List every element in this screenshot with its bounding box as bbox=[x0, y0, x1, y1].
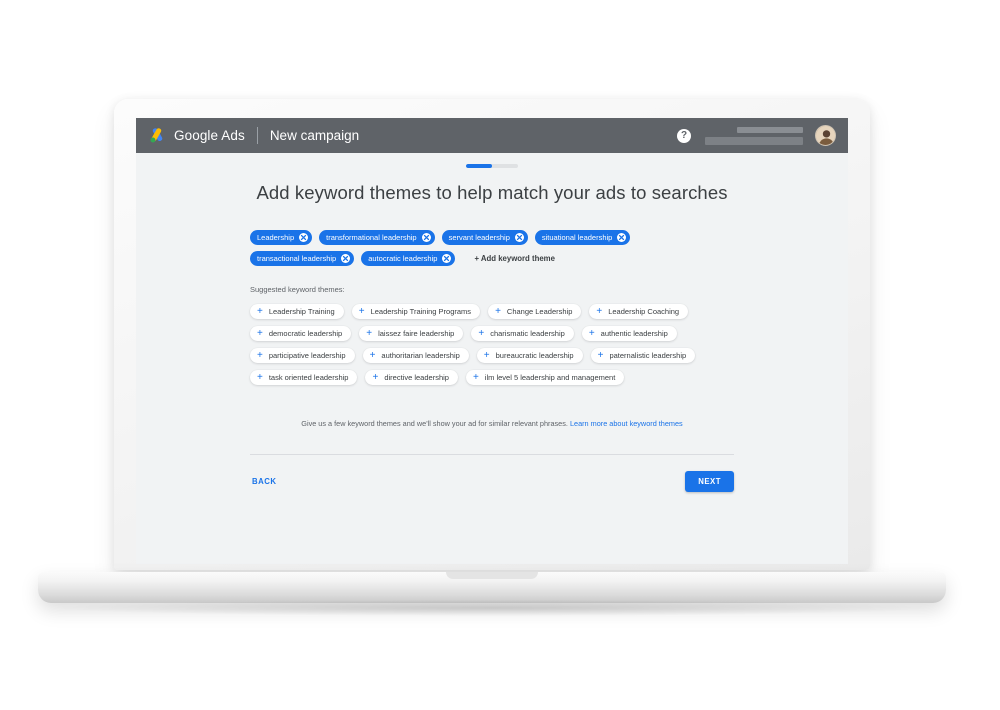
plus-icon: + bbox=[366, 327, 373, 339]
suggested-keyword-chip-label: participative leadership bbox=[268, 351, 346, 360]
plus-icon: + bbox=[478, 327, 485, 339]
footer-actions: BACK NEXT bbox=[250, 471, 734, 492]
selected-keyword-chip[interactable]: autocratic leadership bbox=[361, 251, 456, 266]
plus-icon: + bbox=[372, 371, 379, 383]
suggested-keyword-chip-label: bureaucratic leadership bbox=[495, 351, 574, 360]
suggested-keyword-chip[interactable]: + authoritarian leadership bbox=[362, 348, 469, 363]
suggested-keyword-chip[interactable]: + directive leadership bbox=[365, 370, 458, 385]
laptop-base bbox=[38, 572, 946, 603]
suggested-keyword-chip[interactable]: + paternalistic leadership bbox=[590, 348, 696, 363]
plus-icon: + bbox=[495, 305, 501, 317]
selected-keyword-themes-list: Leadership transformational leadership ser… bbox=[250, 230, 734, 266]
suggested-keyword-chip-label: authoritarian leadership bbox=[381, 351, 460, 360]
plus-icon: + bbox=[597, 349, 604, 361]
laptop-mockup: Google Ads New campaign ? Add keyword th… bbox=[0, 0, 1000, 710]
placeholder-bar-bottom bbox=[705, 136, 803, 145]
suggested-keyword-chip[interactable]: + Leadership Coaching bbox=[589, 304, 689, 319]
learn-more-link[interactable]: Learn more about keyword themes bbox=[570, 419, 683, 428]
selected-keyword-chip[interactable]: transactional leadership bbox=[250, 251, 355, 266]
suggested-keyword-chip-label: directive leadership bbox=[384, 373, 449, 382]
help-icon[interactable]: ? bbox=[677, 128, 691, 143]
next-button[interactable]: NEXT bbox=[685, 471, 734, 492]
selected-keyword-chip-label: transactional leadership bbox=[257, 253, 337, 263]
plus-icon: + bbox=[257, 305, 263, 317]
plus-icon: + bbox=[257, 349, 263, 361]
plus-icon: + bbox=[472, 371, 479, 383]
suggested-keyword-chip[interactable]: + authentic leadership bbox=[581, 326, 677, 341]
helper-text-body: Give us a few keyword themes and we'll s… bbox=[301, 419, 568, 428]
suggested-keyword-chip[interactable]: + laissez faire leadership bbox=[359, 326, 464, 341]
plus-icon: + bbox=[358, 305, 365, 317]
progress-bar-track bbox=[466, 164, 518, 168]
page-title: Add keyword themes to help match your ad… bbox=[256, 182, 728, 203]
header-divider bbox=[256, 127, 258, 144]
selected-keyword-chip[interactable]: transformational leadership bbox=[319, 230, 435, 245]
close-icon[interactable] bbox=[299, 233, 309, 242]
header-placeholder-bars bbox=[705, 126, 803, 145]
suggested-keyword-chip-label: Leadership Training bbox=[268, 307, 335, 316]
selected-keyword-chip-label: servant leadership bbox=[448, 232, 510, 242]
suggested-keyword-chip-label: democratic leadership bbox=[268, 329, 343, 338]
suggested-keyword-chip[interactable]: + participative leadership bbox=[250, 348, 355, 363]
google-ads-logo-icon bbox=[150, 127, 163, 142]
selected-keyword-chip-label: transformational leadership bbox=[326, 232, 417, 242]
suggested-keyword-chip-label: ilm level 5 leadership and management bbox=[484, 373, 616, 382]
plus-icon: + bbox=[588, 327, 595, 339]
footer-divider bbox=[250, 454, 734, 455]
suggested-keyword-chip-label: task oriented leadership bbox=[268, 373, 349, 382]
close-icon[interactable] bbox=[514, 233, 524, 242]
avatar[interactable] bbox=[815, 125, 836, 146]
laptop-screen: Google Ads New campaign ? Add keyword th… bbox=[136, 118, 848, 564]
selected-keyword-chip-label: situational leadership bbox=[541, 232, 613, 242]
content-area: Add keyword themes to help match your ad… bbox=[136, 153, 848, 564]
plus-icon: + bbox=[257, 371, 263, 383]
campaign-label: New campaign bbox=[269, 128, 360, 143]
suggested-keyword-chip[interactable]: + Leadership Training Programs bbox=[351, 304, 481, 319]
close-icon[interactable] bbox=[617, 233, 627, 242]
suggested-keyword-chip-label: authentic leadership bbox=[600, 329, 668, 338]
suggested-keyword-chip[interactable]: + Change Leadership bbox=[488, 304, 582, 319]
suggested-keyword-chip[interactable]: + ilm level 5 leadership and management bbox=[465, 370, 625, 385]
close-icon[interactable] bbox=[421, 233, 431, 242]
suggested-keyword-chip[interactable]: + task oriented leadership bbox=[250, 370, 358, 385]
progress-bar-fill bbox=[466, 164, 492, 168]
selected-keyword-chip[interactable]: Leadership bbox=[250, 230, 313, 245]
add-keyword-theme-button[interactable]: + Add keyword theme bbox=[474, 254, 555, 263]
brand-label: Google Ads bbox=[174, 128, 245, 143]
plus-icon: + bbox=[369, 349, 376, 361]
suggested-keyword-chip-label: Leadership Training Programs bbox=[370, 307, 472, 316]
back-button[interactable]: BACK bbox=[250, 473, 279, 490]
plus-icon: + bbox=[257, 327, 263, 339]
app-header: Google Ads New campaign ? bbox=[136, 118, 848, 153]
laptop-base-shadow bbox=[60, 600, 924, 616]
suggested-keyword-chip-label: Leadership Coaching bbox=[608, 307, 680, 316]
suggested-keyword-chip[interactable]: + Leadership Training bbox=[250, 304, 344, 319]
close-icon[interactable] bbox=[442, 254, 452, 263]
suggested-keyword-chip[interactable]: + democratic leadership bbox=[250, 326, 352, 341]
selected-keyword-chip-label: autocratic leadership bbox=[368, 253, 438, 263]
suggested-keyword-chip[interactable]: + charismatic leadership bbox=[471, 326, 574, 341]
helper-text: Give us a few keyword themes and we'll s… bbox=[250, 419, 734, 428]
close-icon[interactable] bbox=[341, 254, 351, 263]
suggested-keyword-chip[interactable]: + bureaucratic leadership bbox=[476, 348, 583, 363]
plus-icon: + bbox=[483, 349, 490, 361]
suggested-keyword-themes-list: + Leadership Training + Leadership Training… bbox=[250, 304, 734, 385]
selected-keyword-chip[interactable]: servant leadership bbox=[441, 230, 528, 245]
avatar-image bbox=[816, 126, 835, 145]
suggested-keyword-chip-label: charismatic leadership bbox=[490, 329, 565, 338]
suggested-keyword-chip-label: laissez faire leadership bbox=[378, 329, 455, 338]
selected-keyword-chip[interactable]: situational leadership bbox=[534, 230, 631, 245]
suggested-keyword-chip-label: Change Leadership bbox=[506, 307, 573, 316]
suggested-keyword-chip-label: paternalistic leadership bbox=[609, 351, 687, 360]
selected-keyword-chip-label: Leadership bbox=[257, 232, 295, 242]
suggested-themes-label: Suggested keyword themes: bbox=[250, 285, 345, 294]
plus-icon: + bbox=[596, 305, 603, 317]
placeholder-bar-top bbox=[737, 126, 803, 133]
laptop-base-notch bbox=[446, 572, 538, 579]
